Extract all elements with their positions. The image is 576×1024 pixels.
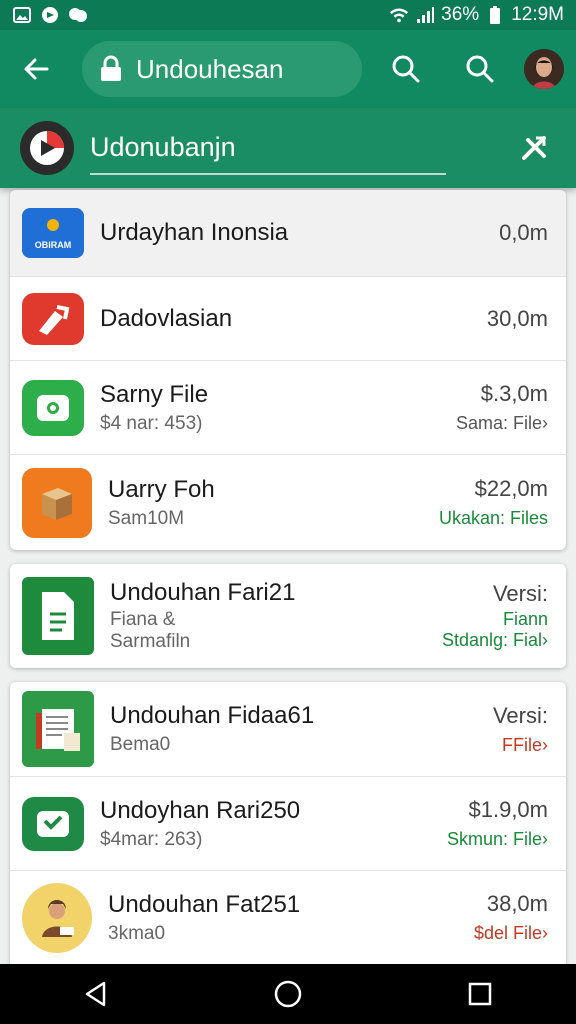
app-icon xyxy=(22,577,94,655)
battery-icon xyxy=(485,5,505,25)
downloads-card: Undouhan Fidaa61 Bema0 Versi: FFile› Und… xyxy=(10,682,566,964)
downloads-card: Undouhan Fari21 Fiana & Sarmafiln Versi:… xyxy=(10,564,566,668)
item-subtitle-2: Sarmafiln xyxy=(110,631,191,652)
back-button[interactable] xyxy=(12,45,60,93)
search-bar: Udonubanjn xyxy=(0,108,576,188)
nav-home-button[interactable] xyxy=(266,972,310,1016)
app-icon xyxy=(22,379,84,436)
close-button[interactable] xyxy=(512,126,556,170)
image-icon xyxy=(12,5,32,25)
search-pill-text: Undouhesan xyxy=(136,53,284,84)
downloads-card: OBIRAM Urdayhan Inonsia 0,0m Dadovlasian… xyxy=(10,190,566,550)
item-size: 0,0m xyxy=(499,220,548,245)
item-subtitle: Fiana & xyxy=(110,609,176,630)
wifi-icon xyxy=(389,5,409,25)
square-recents-icon xyxy=(468,982,492,1006)
close-icon xyxy=(522,136,546,160)
list-item[interactable]: Undouhan Fari21 Fiana & Sarmafiln Versi:… xyxy=(10,564,566,668)
item-text: Dadovlasian xyxy=(100,305,487,333)
location-icon xyxy=(40,5,60,25)
item-version: Versi: xyxy=(492,581,548,606)
item-meta: 38,0m $del File› xyxy=(474,891,548,944)
item-text: Undouhan Fidaa61 Bema0 xyxy=(110,702,493,756)
item-size: $1.9,0m xyxy=(468,797,549,822)
item-status: Fiann xyxy=(502,609,548,629)
battery-percent: 36% xyxy=(441,4,480,25)
list-item[interactable]: Undouhan Fat251 3kma0 38,0m $del File› xyxy=(10,870,566,964)
item-subtitle: Bema0 xyxy=(110,734,171,755)
item-subtitle: 3kma0 xyxy=(108,922,166,944)
item-status-link[interactable]: Stdanlg: Fial› xyxy=(442,630,548,651)
search-button[interactable] xyxy=(382,45,430,93)
item-title: Undouhan Fat251 xyxy=(108,890,301,918)
item-title: Undoyhan Rari250 xyxy=(100,796,301,824)
item-size: 30,0m xyxy=(486,305,548,331)
app-icon xyxy=(22,467,92,538)
arrow-back-icon xyxy=(24,58,49,80)
item-size: 38,0m xyxy=(486,891,548,916)
search-icon xyxy=(392,55,420,83)
list-item[interactable]: Dadovlasian 30,0m xyxy=(10,276,566,360)
item-title: Uarry Foh xyxy=(108,475,215,503)
item-status[interactable]: Ukakan: Files xyxy=(439,508,548,529)
avatar[interactable] xyxy=(524,49,564,89)
item-title: Undouhan Fidaa61 xyxy=(110,702,315,729)
app-icon xyxy=(22,292,84,345)
circle-home-icon xyxy=(274,980,302,1008)
item-meta: $.3,0m Sama: File› xyxy=(456,381,548,434)
clock: 12:9M xyxy=(511,4,564,25)
app-icon xyxy=(22,691,94,767)
nav-back-button[interactable] xyxy=(74,972,118,1016)
search-icon xyxy=(466,55,494,83)
chat-icon xyxy=(68,5,88,25)
item-meta: 30,0m xyxy=(487,306,548,332)
app-icon xyxy=(22,796,84,851)
app-bar: Undouhesan xyxy=(0,30,576,108)
list-item[interactable]: Undouhan Fidaa61 Bema0 Versi: FFile› xyxy=(10,682,566,776)
item-text: Undoyhan Rari250 $4mar: 263) xyxy=(100,797,447,851)
search-input-text: Udonubanjn xyxy=(90,131,236,162)
search-pill[interactable]: Undouhesan xyxy=(82,41,362,97)
item-status[interactable]: FFile› xyxy=(493,735,548,756)
item-size: $.3,0m xyxy=(480,381,548,406)
item-size: $22,0m xyxy=(474,476,548,501)
signal-icon xyxy=(415,5,435,25)
item-title: Dadovlasian xyxy=(100,304,233,332)
list-item[interactable]: Uarry Foh Sam10M $22,0m Ukakan: Files xyxy=(10,454,566,550)
item-text: Sarny File $4 nar: 453) xyxy=(100,381,456,435)
item-subtitle: $4 nar: 453) xyxy=(100,412,203,434)
item-title: Undouhan Fari21 xyxy=(110,579,296,606)
item-text: Undouhan Fari21 Fiana & Sarmafiln xyxy=(110,579,442,653)
item-text: Urdayhan Inonsia xyxy=(100,219,499,247)
item-title: Sarny File xyxy=(100,380,209,408)
item-meta: 0,0m xyxy=(499,220,548,246)
item-status[interactable]: Skmun: File› xyxy=(447,829,548,850)
search-input[interactable]: Udonubanjn xyxy=(90,121,446,175)
item-subtitle: Sam10M xyxy=(108,507,185,529)
item-status[interactable]: Sama: File› xyxy=(456,413,548,434)
system-nav-bar xyxy=(0,964,576,1024)
item-text: Uarry Foh Sam10M xyxy=(108,476,439,530)
status-bar: 36% 12:9M xyxy=(0,0,576,30)
list-item[interactable]: Sarny File $4 nar: 453) $.3,0m Sama: Fil… xyxy=(10,360,566,454)
item-version: Versi: xyxy=(492,702,548,728)
app-logo-text: OBIRAM xyxy=(35,240,72,250)
item-title: Urdayhan Inonsia xyxy=(100,219,289,246)
item-meta: $22,0m Ukakan: Files xyxy=(439,476,548,529)
app-icon xyxy=(22,882,92,953)
triangle-back-icon xyxy=(85,981,106,1007)
search-button-secondary[interactable] xyxy=(456,45,504,93)
item-meta: Versi: Fiann Stdanlg: Fial› xyxy=(442,581,548,651)
item-text: Undouhan Fat251 3kma0 xyxy=(108,891,474,945)
item-meta: $1.9,0m Skmun: File› xyxy=(447,797,548,850)
app-icon: OBIRAM xyxy=(22,208,84,258)
item-meta: Versi: FFile› xyxy=(493,703,548,756)
lock-icon xyxy=(98,55,124,83)
item-status[interactable]: $del File› xyxy=(474,923,548,944)
item-subtitle: $4mar: 263) xyxy=(100,828,203,850)
nav-recents-button[interactable] xyxy=(458,972,502,1016)
list-item[interactable]: OBIRAM Urdayhan Inonsia 0,0m xyxy=(10,190,566,276)
list-item[interactable]: Undoyhan Rari250 $4mar: 263) $1.9,0m Skm… xyxy=(10,776,566,870)
app-logo-icon xyxy=(20,121,74,175)
